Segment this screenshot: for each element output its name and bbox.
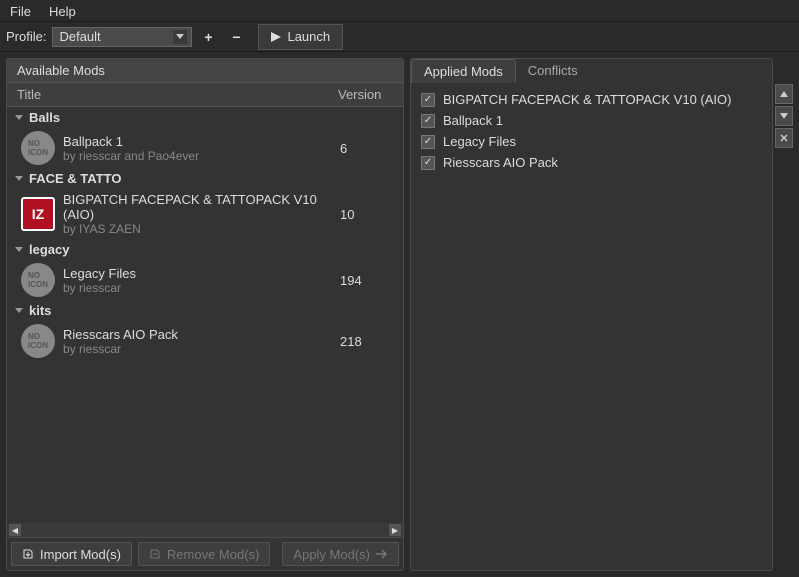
column-title[interactable]: Title bbox=[17, 87, 338, 102]
mod-row[interactable]: IZ BIGPATCH FACEPACK & TATTOPACK V10 (AI… bbox=[7, 189, 403, 239]
group-legacy[interactable]: legacy bbox=[7, 239, 403, 260]
launch-button[interactable]: Launch bbox=[258, 24, 343, 50]
applied-item[interactable]: ✓ Legacy Files bbox=[421, 131, 762, 152]
tab-bar: Applied Mods Conflicts bbox=[411, 59, 772, 83]
mod-title: Ballpack 1 bbox=[63, 134, 332, 149]
play-icon bbox=[271, 32, 281, 42]
remove-icon bbox=[149, 548, 161, 560]
mod-version: 194 bbox=[340, 273, 395, 288]
applied-item[interactable]: ✓ Ballpack 1 bbox=[421, 110, 762, 131]
profile-value: Default bbox=[59, 29, 100, 44]
applied-list[interactable]: ✓ BIGPATCH FACEPACK & TATTOPACK V10 (AIO… bbox=[411, 83, 772, 570]
no-icon: NOICON bbox=[21, 131, 55, 165]
applied-mods-panel: Applied Mods Conflicts ✓ BIGPATCH FACEPA… bbox=[410, 58, 773, 571]
mod-row[interactable]: NOICON Ballpack 1 by riesscar and Pao4ev… bbox=[7, 128, 403, 168]
group-label: Balls bbox=[29, 110, 60, 125]
checkbox-icon[interactable]: ✓ bbox=[421, 135, 435, 149]
applied-label: BIGPATCH FACEPACK & TATTOPACK V10 (AIO) bbox=[443, 92, 731, 107]
iz-icon: IZ bbox=[21, 197, 55, 231]
side-buttons bbox=[775, 58, 793, 571]
mod-tree[interactable]: Balls NOICON Ballpack 1 by riesscar and … bbox=[7, 107, 403, 523]
scroll-right-icon[interactable]: ▶ bbox=[389, 524, 401, 536]
mod-row[interactable]: NOICON Legacy Files by riesscar 194 bbox=[7, 260, 403, 300]
expander-icon bbox=[15, 308, 23, 313]
group-label: kits bbox=[29, 303, 51, 318]
applied-item[interactable]: ✓ Riesscars AIO Pack bbox=[421, 152, 762, 173]
remove-mods-button[interactable]: Remove Mod(s) bbox=[138, 542, 270, 566]
chevron-down-icon bbox=[173, 30, 187, 44]
apply-label: Apply Mod(s) bbox=[293, 547, 370, 562]
expander-icon bbox=[15, 176, 23, 181]
applied-item[interactable]: ✓ BIGPATCH FACEPACK & TATTOPACK V10 (AIO… bbox=[421, 89, 762, 110]
menubar: File Help bbox=[0, 0, 799, 22]
main-area: Available Mods Title Version Balls NOICO… bbox=[0, 52, 799, 577]
arrow-right-icon bbox=[376, 549, 388, 559]
tab-conflicts[interactable]: Conflicts bbox=[516, 59, 590, 83]
checkbox-icon[interactable]: ✓ bbox=[421, 114, 435, 128]
applied-label: Legacy Files bbox=[443, 134, 516, 149]
group-face-tatto[interactable]: FACE & TATTO bbox=[7, 168, 403, 189]
available-mods-panel: Available Mods Title Version Balls NOICO… bbox=[6, 58, 404, 571]
available-mods-header: Available Mods bbox=[7, 59, 403, 83]
group-label: FACE & TATTO bbox=[29, 171, 121, 186]
mod-author: by riesscar bbox=[63, 281, 332, 295]
mod-row[interactable]: NOICON Riesscars AIO Pack by riesscar 21… bbox=[7, 321, 403, 361]
toolbar: Profile: Default + − Launch bbox=[0, 22, 799, 52]
mod-version: 10 bbox=[340, 207, 395, 222]
expander-icon bbox=[15, 247, 23, 252]
no-icon: NOICON bbox=[21, 263, 55, 297]
apply-mods-button[interactable]: Apply Mod(s) bbox=[282, 542, 399, 566]
mod-author: by riesscar and Pao4ever bbox=[63, 149, 332, 163]
launch-label: Launch bbox=[287, 29, 330, 44]
import-icon bbox=[22, 548, 34, 560]
profile-label: Profile: bbox=[6, 29, 46, 44]
group-kits[interactable]: kits bbox=[7, 300, 403, 321]
remove-profile-button[interactable]: − bbox=[224, 27, 248, 47]
applied-label: Ballpack 1 bbox=[443, 113, 503, 128]
move-up-button[interactable] bbox=[775, 84, 793, 104]
no-icon: NOICON bbox=[21, 324, 55, 358]
profile-dropdown[interactable]: Default bbox=[52, 27, 192, 47]
add-profile-button[interactable]: + bbox=[196, 27, 220, 47]
checkbox-icon[interactable]: ✓ bbox=[421, 156, 435, 170]
group-balls[interactable]: Balls bbox=[7, 107, 403, 128]
mod-title: BIGPATCH FACEPACK & TATTOPACK V10 (AIO) bbox=[63, 192, 332, 222]
scroll-left-icon[interactable]: ◀ bbox=[9, 524, 21, 536]
remove-label: Remove Mod(s) bbox=[167, 547, 259, 562]
menu-file[interactable]: File bbox=[10, 4, 31, 17]
mod-version: 6 bbox=[340, 141, 395, 156]
column-version[interactable]: Version bbox=[338, 87, 393, 102]
import-label: Import Mod(s) bbox=[40, 547, 121, 562]
remove-applied-button[interactable] bbox=[775, 128, 793, 148]
mod-author: by IYAS ZAEN bbox=[63, 222, 332, 236]
import-mods-button[interactable]: Import Mod(s) bbox=[11, 542, 132, 566]
applied-label: Riesscars AIO Pack bbox=[443, 155, 558, 170]
mod-title: Riesscars AIO Pack bbox=[63, 327, 332, 342]
group-label: legacy bbox=[29, 242, 69, 257]
mod-title: Legacy Files bbox=[63, 266, 332, 281]
tab-applied-mods[interactable]: Applied Mods bbox=[411, 59, 516, 83]
column-header: Title Version bbox=[7, 83, 403, 107]
checkbox-icon[interactable]: ✓ bbox=[421, 93, 435, 107]
horizontal-scrollbar[interactable]: ◀ ▶ bbox=[7, 523, 403, 537]
menu-help[interactable]: Help bbox=[49, 4, 76, 17]
move-down-button[interactable] bbox=[775, 106, 793, 126]
bottom-toolbar: Import Mod(s) Remove Mod(s) Apply Mod(s) bbox=[7, 537, 403, 570]
mod-author: by riesscar bbox=[63, 342, 332, 356]
mod-version: 218 bbox=[340, 334, 395, 349]
expander-icon bbox=[15, 115, 23, 120]
